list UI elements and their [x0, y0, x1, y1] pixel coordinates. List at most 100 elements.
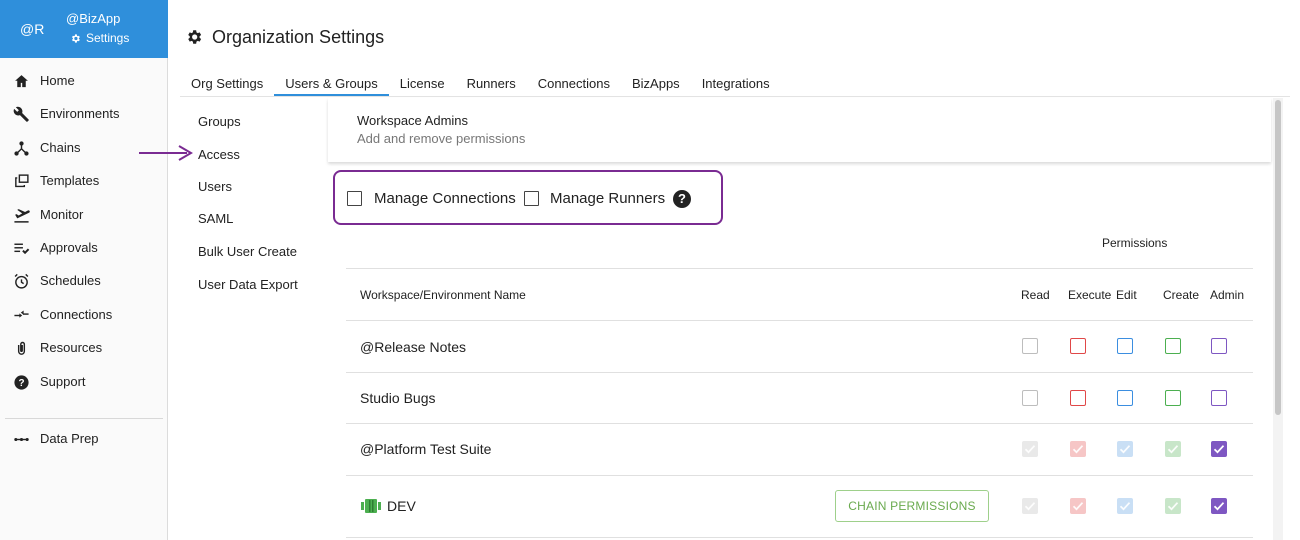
check-icon: [1213, 445, 1225, 454]
sidebar-item-environments[interactable]: Environments: [0, 99, 168, 129]
create-checkbox[interactable]: [1165, 390, 1181, 406]
sidebar-item-label: Support: [40, 374, 86, 389]
edit-checkbox[interactable]: [1117, 338, 1133, 354]
subnav-users[interactable]: Users: [198, 179, 232, 194]
tab-runners[interactable]: Runners: [456, 72, 527, 97]
annotation-arrow-icon: [139, 145, 193, 161]
row-name-studio-bugs: Studio Bugs: [360, 390, 436, 406]
create-checkbox[interactable]: [1165, 441, 1181, 457]
subnav-bulk-user-create[interactable]: Bulk User Create: [198, 244, 297, 259]
check-icon: [1024, 502, 1036, 511]
sidebar-item-monitor[interactable]: Monitor: [0, 200, 168, 230]
create-checkbox[interactable]: [1165, 338, 1181, 354]
check-icon: [1119, 502, 1131, 511]
settings-tabs: Org Settings Users & Groups License Runn…: [180, 72, 781, 97]
admin-checkbox[interactable]: [1211, 498, 1227, 514]
sidebar-item-label: Connections: [40, 307, 113, 322]
admin-checkbox[interactable]: [1211, 338, 1227, 354]
approvals-icon: [12, 239, 30, 257]
subnav-access[interactable]: Access: [198, 147, 240, 162]
wrench-icon: [12, 105, 30, 123]
sidebar-item-label: Chains: [40, 140, 81, 155]
sidebar-item-label: Approvals: [40, 240, 98, 255]
read-checkbox[interactable]: [1022, 441, 1038, 457]
sidebar-item-data-prep[interactable]: Data Prep: [0, 424, 168, 454]
dots-icon: [12, 430, 30, 448]
row-name-dev: DEV: [387, 498, 416, 514]
monitor-icon: [12, 206, 30, 224]
sidebar-item-label: Resources: [40, 340, 103, 355]
manage-connections-label: Manage Connections: [374, 190, 516, 207]
execute-checkbox[interactable]: [1070, 441, 1086, 457]
admin-checkbox[interactable]: [1211, 390, 1227, 406]
tabs-divider: [180, 96, 1290, 97]
paperclip-icon: [12, 339, 30, 357]
help-icon[interactable]: ?: [673, 190, 691, 208]
manage-connections-checkbox[interactable]: [347, 191, 362, 206]
create-checkbox[interactable]: [1165, 498, 1181, 514]
subnav-user-data-export[interactable]: User Data Export: [198, 277, 298, 292]
help-circle-icon: ?: [12, 373, 30, 391]
settings-label: Settings: [86, 31, 130, 45]
manage-runners-checkbox[interactable]: [524, 191, 539, 206]
execute-checkbox[interactable]: [1070, 498, 1086, 514]
table-divider: [346, 537, 1253, 538]
subnav-saml[interactable]: SAML: [198, 211, 233, 226]
sidebar-item-home[interactable]: Home: [0, 66, 168, 96]
tab-connections[interactable]: Connections: [527, 72, 621, 97]
check-icon: [1167, 502, 1179, 511]
sidebar: @R @BizApp Settings Home Environments Ch…: [0, 0, 168, 540]
app-name: @BizApp: [66, 11, 121, 26]
tab-bizapps[interactable]: BizApps: [621, 72, 691, 97]
sidebar-item-templates[interactable]: Templates: [0, 166, 168, 196]
page-title: Organization Settings: [212, 26, 385, 47]
home-icon: [12, 72, 30, 90]
row-name-platform-test-suite: @Platform Test Suite: [360, 441, 492, 457]
execute-checkbox[interactable]: [1070, 390, 1086, 406]
sidebar-item-support[interactable]: ? Support: [0, 367, 168, 397]
sidebar-item-schedules[interactable]: Schedules: [0, 266, 168, 296]
tab-users-groups[interactable]: Users & Groups: [274, 72, 390, 97]
workspace-admins-card: Workspace Admins Add and remove permissi…: [328, 98, 1271, 162]
alarm-clock-icon: [12, 272, 30, 290]
sidebar-item-label: Environments: [40, 106, 120, 121]
read-checkbox[interactable]: [1022, 338, 1038, 354]
column-header-edit: Edit: [1116, 288, 1137, 302]
check-icon: [1072, 502, 1084, 511]
execute-checkbox[interactable]: [1070, 338, 1086, 354]
tab-integrations[interactable]: Integrations: [691, 72, 781, 97]
read-checkbox[interactable]: [1022, 390, 1038, 406]
check-icon: [1167, 445, 1179, 454]
tab-license[interactable]: License: [389, 72, 456, 97]
edit-checkbox[interactable]: [1117, 498, 1133, 514]
edit-checkbox[interactable]: [1117, 441, 1133, 457]
chain-permissions-button[interactable]: CHAIN PERMISSIONS: [835, 490, 989, 522]
sidebar-item-approvals[interactable]: Approvals: [0, 233, 168, 263]
brand-header[interactable]: @R @BizApp Settings: [0, 0, 168, 58]
edit-checkbox[interactable]: [1117, 390, 1133, 406]
sidebar-item-label: Data Prep: [40, 431, 99, 446]
table-divider: [346, 268, 1253, 269]
svg-text:?: ?: [18, 378, 24, 389]
admin-checkbox[interactable]: [1211, 441, 1227, 457]
read-checkbox[interactable]: [1022, 498, 1038, 514]
page-header: Organization Settings: [185, 24, 384, 50]
card-subtitle: Add and remove permissions: [357, 131, 526, 146]
gear-icon: [71, 33, 80, 43]
chains-icon: [12, 139, 30, 157]
column-header-read: Read: [1021, 288, 1050, 302]
check-icon: [1072, 445, 1084, 454]
check-icon: [1119, 445, 1131, 454]
table-divider: [346, 423, 1253, 424]
connections-icon: [12, 306, 30, 324]
scrollbar-thumb[interactable]: [1275, 100, 1281, 415]
sidebar-item-resources[interactable]: Resources: [0, 333, 168, 363]
table-divider: [346, 320, 1253, 321]
settings-link[interactable]: Settings: [70, 31, 129, 45]
tab-org-settings[interactable]: Org Settings: [180, 72, 274, 97]
column-header-execute: Execute: [1068, 288, 1112, 302]
subnav-groups[interactable]: Groups: [198, 114, 241, 129]
avatar: @R: [20, 21, 45, 37]
card-title: Workspace Admins: [357, 113, 469, 128]
sidebar-item-connections[interactable]: Connections: [0, 300, 168, 330]
